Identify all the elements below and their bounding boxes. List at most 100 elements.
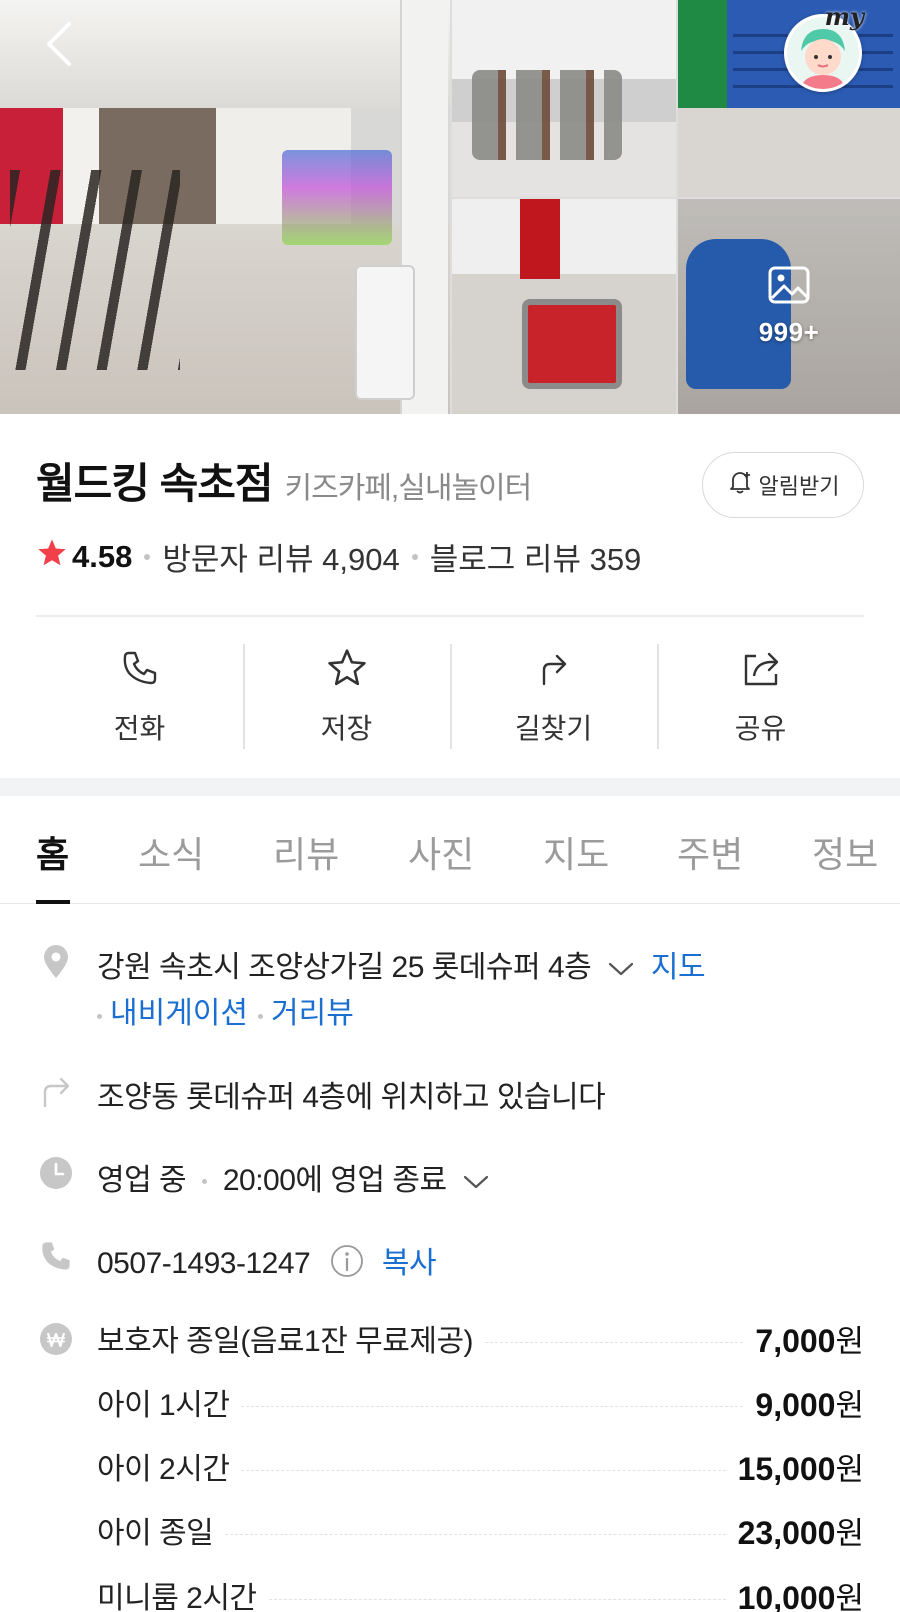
price-amount: 10,000 [737,1579,836,1612]
tab-home[interactable]: 홈 [36,826,69,878]
tab-nearby[interactable]: 주변 [677,826,743,878]
photo-count: 999+ [758,316,820,347]
directions-label: 길찾기 [514,713,593,744]
photo-thumb-3[interactable] [452,199,676,414]
price-value: 7,000원 [755,1316,864,1361]
my-label: my [824,2,864,31]
address-links: 내비게이션 거리뷰 [97,988,354,1032]
tab-map[interactable]: 지도 [543,826,609,878]
address-row: 강원 속초시 조양상가길 25 롯데슈퍼 4층 지도 [97,942,706,986]
separator-dot [411,553,418,560]
price-name: 보호자 종일(음료1잔 무료제공) [97,1325,474,1358]
separator-dot [144,553,151,560]
address-text: 강원 속초시 조양상가길 25 롯데슈퍼 4층 [97,951,592,984]
price-unit: 원 [835,1451,864,1487]
photo-main-tables [10,170,180,370]
share-icon [740,648,782,693]
dotted-leader [241,1405,744,1407]
price-value: 15,000원 [738,1444,864,1489]
separator-dot [97,1014,102,1019]
price-row: 미니룸 2시간 10,000원 [97,1574,864,1612]
tab-photos[interactable]: 사진 [408,826,474,878]
directions-button[interactable]: 길찾기 [450,640,657,750]
tab-news[interactable]: 소식 [138,826,204,878]
separator-dot [201,1179,207,1184]
chevron-down-icon [462,1165,490,1199]
divider [36,615,864,617]
call-label: 전화 [113,713,166,744]
place-category: 키즈카페,실내놀이터 [284,472,533,505]
won-currency-icon [38,1321,74,1357]
price-amount: 7,000 [755,1322,836,1359]
dotted-leader [241,1469,726,1471]
price-row: 아이 1시간 9,000원 [97,1381,864,1423]
chevron-left-icon [41,20,75,73]
phone-icon [120,648,160,693]
hours-status: 영업 중 [97,1164,187,1197]
call-button[interactable]: 전화 [36,640,243,750]
notify-button[interactable]: 알림받기 [702,452,864,518]
section-separator [0,778,900,796]
info-icon[interactable] [330,1244,364,1286]
rating-score: 4.58 [72,538,133,574]
visitor-reviews-link[interactable]: 방문자 리뷰 4,904 [162,534,399,579]
dotted-leader [225,1533,726,1535]
tab-bar: 홈 소식 리뷰 사진 지도 주변 정보 [0,796,900,904]
photo-thumb-3-truck [522,299,622,389]
place-name: 월드킹 속초점 [36,460,274,507]
photo-more-button[interactable]: 999+ [678,199,900,414]
dotted-leader [268,1598,726,1600]
price-name: 아이 1시간 [97,1389,230,1422]
separator-dot [258,1014,263,1019]
tab-reviews[interactable]: 리뷰 [273,826,339,878]
directions-note: 조양동 롯데슈퍼 4층에 위치하고 있습니다 [97,1081,606,1114]
price-unit: 원 [835,1323,864,1359]
phone-row: 0507-1493-1247 복사 [97,1238,437,1286]
photo-main-play-area [282,150,392,245]
dotted-leader [485,1341,744,1343]
street-view-link[interactable]: 거리뷰 [271,997,354,1030]
turn-arrow-icon [38,1072,74,1108]
tab-active-indicator [36,900,70,904]
hours-row[interactable]: 영업 중 20:00에 영업 종료 [97,1155,490,1199]
phone-icon [38,1238,74,1274]
price-unit: 원 [835,1580,864,1612]
map-link[interactable]: 지도 [651,951,706,984]
tab-info[interactable]: 정보 [812,826,878,878]
star-icon [326,648,368,693]
price-amount: 9,000 [755,1386,836,1423]
share-button[interactable]: 공유 [657,640,864,750]
phone-number[interactable]: 0507-1493-1247 [97,1247,311,1280]
price-value: 9,000원 [755,1380,864,1425]
save-button[interactable]: 저장 [243,640,450,750]
photo-thumb-1[interactable] [452,0,676,197]
clock-icon [38,1155,74,1191]
photo-thumb-3-door [520,199,560,279]
price-amount: 15,000 [737,1450,836,1487]
photo-thumb-2-floor [678,108,900,197]
star-filled-icon [36,537,68,577]
bell-plus-icon [727,469,753,501]
price-value: 10,000원 [738,1573,864,1612]
price-name: 아이 2시간 [97,1453,230,1486]
image-icon [768,266,810,309]
blog-reviews-link[interactable]: 블로그 리뷰 359 [430,534,642,579]
chevron-down-icon[interactable] [607,952,635,986]
price-name: 미니룸 2시간 [97,1582,257,1612]
hours-detail: 20:00에 영업 종료 [222,1164,447,1197]
action-bar: 전화 저장 길찾기 공유 [36,640,864,750]
price-row: 아이 종일 23,000원 [97,1509,864,1551]
copy-button[interactable]: 복사 [382,1247,437,1280]
price-name: 아이 종일 [97,1517,214,1550]
price-row: 아이 2시간 15,000원 [97,1445,864,1487]
share-label: 공유 [734,713,787,744]
notify-label: 알림받기 [758,474,840,499]
price-amount: 23,000 [737,1514,836,1551]
location-pin-icon [38,944,74,980]
price-value: 23,000원 [738,1508,864,1553]
back-button[interactable] [30,18,86,74]
directions-icon [534,648,574,693]
my-profile-button[interactable]: my [780,2,866,92]
navigation-link[interactable]: 내비게이션 [110,997,248,1030]
price-row: 보호자 종일(음료1잔 무료제공) 7,000원 [97,1317,864,1359]
